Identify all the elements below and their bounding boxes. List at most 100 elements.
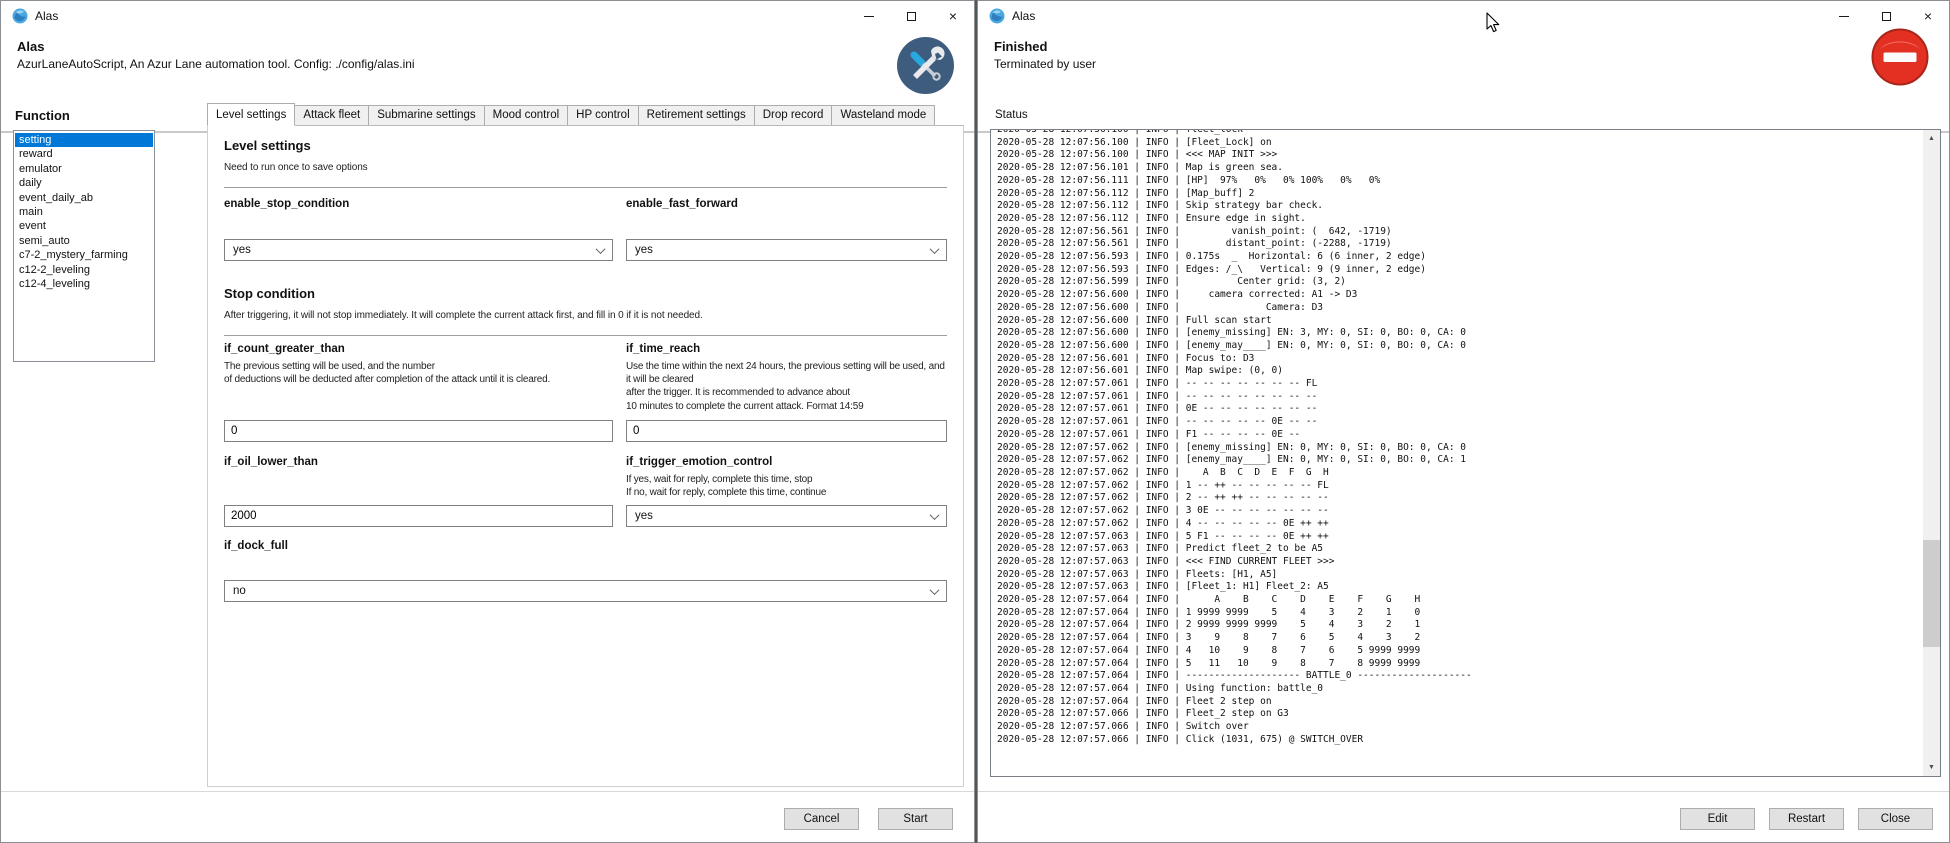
settings-tab[interactable]: HP control [567,105,638,125]
titlebar-left[interactable]: Alas × [1,1,974,31]
if-oil-lower-than-input[interactable] [224,505,613,527]
log-line: 2020-05-28 12:07:57.063 | INFO | 5 F1 --… [997,531,1922,544]
minimize-button[interactable] [1823,1,1865,31]
log-line: 2020-05-28 12:07:56.100 | INFO | [Fleet_… [997,137,1922,150]
log-line: 2020-05-28 12:07:57.063 | INFO | Predict… [997,543,1922,556]
settings-tab[interactable]: Level settings [207,103,295,126]
settings-tab[interactable]: Mood control [484,105,568,125]
field-label: enable_stop_condition [224,198,613,210]
cancel-button[interactable]: Cancel [784,808,859,830]
close-run-button[interactable]: Close [1858,808,1933,830]
function-panel-label: Function [15,108,70,123]
function-list-item[interactable]: c12-4_leveling [15,277,153,291]
log-line: 2020-05-28 12:07:57.062 | INFO | 1 -- ++… [997,480,1922,493]
stop-condition-heading: Stop condition [224,286,947,301]
log-line: 2020-05-28 12:07:57.063 | INFO | <<< FIN… [997,556,1922,569]
log-line: 2020-05-28 12:07:57.064 | INFO | 5 11 10… [997,658,1922,671]
function-list-item[interactable]: main [15,205,153,219]
log-line: 2020-05-28 12:07:56.112 | INFO | [Map_bu… [997,188,1922,201]
field-if-trigger-emotion-control: if_trigger_emotion_control If yes, wait … [626,456,947,527]
function-list-item[interactable]: c12-2_leveling [15,263,153,277]
config-title: Alas [17,39,44,54]
edit-button[interactable]: Edit [1680,808,1755,830]
titlebar-right[interactable]: Alas × [978,1,1949,31]
if-count-greater-than-input[interactable] [224,420,613,442]
config-header: Alas AzurLaneAutoScript, An Azur Lane au… [1,31,974,101]
log-line: 2020-05-28 12:07:57.066 | INFO | Fleet_2… [997,708,1922,721]
field-description: Use the time within the next 24 hours, t… [626,360,947,413]
scrollbar-thumb[interactable] [1923,540,1940,647]
app-logo-icon [12,8,28,24]
stop-condition-description: After triggering, it will not stop immed… [224,310,947,321]
alas-log-window: Alas × Finished Terminated by user Statu… [977,0,1950,843]
function-list-item[interactable]: semi_auto [15,234,153,248]
if-trigger-emotion-control-select[interactable]: yes [626,505,947,527]
log-line: 2020-05-28 12:07:56.601 | INFO | Map swi… [997,365,1922,378]
footer-divider [1,791,974,792]
log-line: 2020-05-28 12:07:57.062 | INFO | A B C D… [997,467,1922,480]
function-list-item[interactable]: setting [15,133,153,147]
log-line: 2020-05-28 12:07:57.064 | INFO | -------… [997,670,1922,683]
config-subtitle: AzurLaneAutoScript, An Azur Lane automat… [17,57,415,71]
log-line: 2020-05-28 12:07:57.061 | INFO | -- -- -… [997,391,1922,404]
field-label: if_trigger_emotion_control [626,456,947,468]
enable-fast-forward-select[interactable]: yes [626,239,947,261]
scroll-up-icon[interactable]: ▲ [1923,130,1940,147]
field-label: if_dock_full [224,540,947,552]
function-list-item[interactable]: reward [15,147,153,161]
field-label: enable_fast_forward [626,198,947,210]
function-list-item[interactable]: daily [15,176,153,190]
minimize-button[interactable] [848,1,890,31]
log-line: 2020-05-28 12:07:56.600 | INFO | Full sc… [997,315,1922,328]
log-output[interactable]: 2020-05-28 12:07:56.100 | INFO | fleet_l… [990,129,1941,777]
settings-tab[interactable]: Retirement settings [638,105,755,125]
desktop: Alas × Alas AzurLaneAutoScript, An Azur … [0,0,1950,843]
window-controls: × [848,1,974,31]
start-button[interactable]: Start [878,808,953,830]
run-status-header: Finished Terminated by user [978,31,1949,101]
log-line: 2020-05-28 12:07:56.600 | INFO | [enemy_… [997,327,1922,340]
log-line: 2020-05-28 12:07:56.599 | INFO | Center … [997,276,1922,289]
maximize-button[interactable] [890,1,932,31]
log-line: 2020-05-28 12:07:57.064 | INFO | Using f… [997,683,1922,696]
maximize-icon [1882,12,1891,21]
settings-tab[interactable]: Submarine settings [368,105,484,125]
field-label: if_count_greater_than [224,343,613,355]
log-scrollbar[interactable]: ▲ ▼ [1923,130,1940,776]
field-if-dock-full: if_dock_full no [224,540,947,602]
function-list-item[interactable]: c7-2_mystery_farming [15,248,153,262]
function-list-item[interactable]: event_daily_ab [15,191,153,205]
log-line: 2020-05-28 12:07:56.101 | INFO | Map is … [997,162,1922,175]
run-status-title: Finished [994,39,1047,54]
log-line: 2020-05-28 12:07:56.111 | INFO | [HP] 97… [997,175,1922,188]
function-list-item[interactable]: emulator [15,162,153,176]
log-line: 2020-05-28 12:07:57.061 | INFO | -- -- -… [997,378,1922,391]
field-description: If yes, wait for reply, complete this ti… [626,473,947,499]
log-line: 2020-05-28 12:07:57.063 | INFO | Fleets:… [997,569,1922,582]
if-dock-full-select[interactable]: no [224,580,947,602]
restart-button[interactable]: Restart [1769,808,1844,830]
if-time-reach-input[interactable] [626,420,947,442]
enable-stop-condition-select[interactable]: yes [224,239,613,261]
stop-sign-icon [1870,27,1927,84]
settings-tab[interactable]: Drop record [754,105,833,125]
field-if-count-greater-than: if_count_greater_than The previous setti… [224,343,613,442]
scroll-down-icon[interactable]: ▼ [1923,759,1940,776]
section-divider [224,335,947,336]
settings-tab[interactable]: Wasteland mode [831,105,935,125]
log-line: 2020-05-28 12:07:57.061 | INFO | -- -- -… [997,416,1922,429]
settings-tab[interactable]: Attack fleet [294,105,369,125]
section-divider [224,187,947,188]
log-line: 2020-05-28 12:07:57.064 | INFO | 2 9999 … [997,619,1922,632]
field-label: if_time_reach [626,343,947,355]
log-line: 2020-05-28 12:07:57.062 | INFO | 4 -- --… [997,518,1922,531]
log-line: 2020-05-28 12:07:56.593 | INFO | 0.175s … [997,251,1922,264]
function-list-item[interactable]: event [15,219,153,233]
window-title: Alas [35,9,58,23]
function-list[interactable]: settingrewardemulatordailyevent_daily_ab… [13,130,155,362]
log-line: 2020-05-28 12:07:57.063 | INFO | [Fleet_… [997,581,1922,594]
alas-config-window: Alas × Alas AzurLaneAutoScript, An Azur … [0,0,975,843]
close-button[interactable]: × [932,1,974,31]
log-line: 2020-05-28 12:07:57.064 | INFO | A B C D… [997,594,1922,607]
tab-content-panel: Level settings Need to run once to save … [207,125,964,787]
